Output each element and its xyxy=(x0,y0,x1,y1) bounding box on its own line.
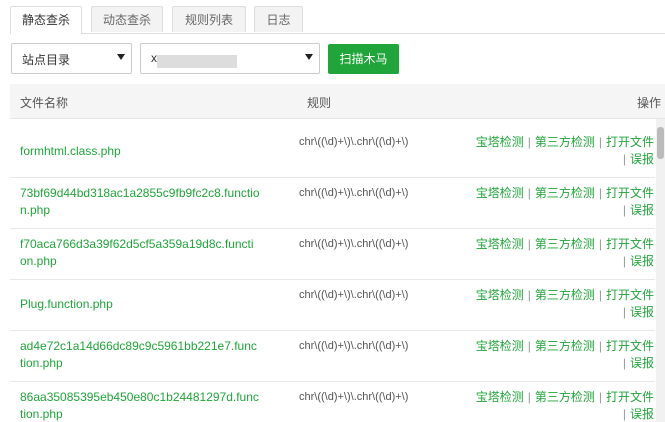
column-header-rule: 规则 xyxy=(307,96,332,110)
separator: | xyxy=(598,135,602,149)
tab-static-scan[interactable]: 静态查杀 xyxy=(10,6,82,34)
open-file-link[interactable]: 打开文件 xyxy=(606,237,654,251)
open-file-link[interactable]: 打开文件 xyxy=(606,288,654,302)
bt-check-link[interactable]: 宝塔检测 xyxy=(476,288,524,302)
table-row: formhtml.class.php chr\((\d)+\)\.chr\((\d… xyxy=(10,127,655,178)
separator: | xyxy=(622,203,626,217)
open-file-link[interactable]: 打开文件 xyxy=(606,390,654,404)
rule-pattern: chr\((\d)+\)\.chr\((\d)+\) xyxy=(299,187,409,199)
rule-pattern: chr\((\d)+\)\.chr\((\d)+\) xyxy=(299,136,409,148)
separator: | xyxy=(527,390,531,404)
chevron-down-icon xyxy=(117,54,125,60)
false-report-link[interactable]: 误报 xyxy=(630,407,654,421)
separator: | xyxy=(622,254,626,268)
false-report-link[interactable]: 误报 xyxy=(630,152,654,166)
separator: | xyxy=(622,407,626,421)
third-party-check-link[interactable]: 第三方检测 xyxy=(535,237,595,251)
separator: | xyxy=(598,237,602,251)
bt-check-link[interactable]: 宝塔检测 xyxy=(476,390,524,404)
separator: | xyxy=(527,339,531,353)
file-name-link[interactable]: ad4e72c1a14d66dc89c9c5961bb221e7.functio… xyxy=(20,338,260,372)
separator: | xyxy=(527,135,531,149)
row-actions: 宝塔检测 | 第三方检测 | 打开文件 | 误报 xyxy=(462,236,654,270)
tab-rule-list[interactable]: 规则列表 xyxy=(172,6,246,32)
open-file-link[interactable]: 打开文件 xyxy=(606,186,654,200)
open-file-link[interactable]: 打开文件 xyxy=(606,339,654,353)
bt-check-link[interactable]: 宝塔检测 xyxy=(476,186,524,200)
table-body: formhtml.class.php chr\((\d)+\)\.chr\((\d… xyxy=(10,119,655,422)
third-party-check-link[interactable]: 第三方检测 xyxy=(535,186,595,200)
scrollbar-thumb[interactable] xyxy=(657,127,664,159)
false-report-link[interactable]: 误报 xyxy=(630,356,654,370)
table-row: f70aca766d3a39f62d5cf5a359a19d8c.functio… xyxy=(10,229,655,280)
false-report-link[interactable]: 误报 xyxy=(630,203,654,217)
third-party-check-link[interactable]: 第三方检测 xyxy=(535,390,595,404)
separator: | xyxy=(622,356,626,370)
column-header-ops: 操作 xyxy=(637,96,662,110)
tab-log[interactable]: 日志 xyxy=(254,6,303,32)
open-file-link[interactable]: 打开文件 xyxy=(606,135,654,149)
tab-dynamic-scan[interactable]: 动态查杀 xyxy=(91,6,163,32)
site-directory-select-value: 站点目录 xyxy=(22,53,71,67)
chevron-down-icon xyxy=(305,54,313,60)
separator: | xyxy=(622,305,626,319)
separator: | xyxy=(598,288,602,302)
separator: | xyxy=(527,288,531,302)
third-party-check-link[interactable]: 第三方检测 xyxy=(535,339,595,353)
file-name-link[interactable]: formhtml.class.php xyxy=(20,143,260,160)
separator: | xyxy=(598,390,602,404)
rule-pattern: chr\((\d)+\)\.chr\((\d)+\) xyxy=(299,391,409,403)
bt-check-link[interactable]: 宝塔检测 xyxy=(476,237,524,251)
file-name-link[interactable]: 73bf69d44bd318ac1a2855c9fb9fc2c8.functio… xyxy=(20,185,260,219)
file-name-link[interactable]: 86aa35085395eb450e80c1b24481297d.functio… xyxy=(20,389,260,422)
scan-trojan-button[interactable]: 扫描木马 xyxy=(328,44,399,74)
false-report-link[interactable]: 误报 xyxy=(630,254,654,268)
separator: | xyxy=(527,237,531,251)
column-header-file: 文件名称 xyxy=(20,96,69,110)
row-actions: 宝塔检测 | 第三方检测 | 打开文件 | 误报 xyxy=(462,134,654,168)
bt-check-link[interactable]: 宝塔检测 xyxy=(476,135,524,149)
bt-check-link[interactable]: 宝塔检测 xyxy=(476,339,524,353)
site-directory-select[interactable]: 站点目录 xyxy=(11,43,132,74)
table-row: Plug.function.php chr\((\d)+\)\.chr\((\d)… xyxy=(10,280,655,331)
row-actions: 宝塔检测 | 第三方检测 | 打开文件 | 误报 xyxy=(462,287,654,321)
rule-pattern: chr\((\d)+\)\.chr\((\d)+\) xyxy=(299,289,409,301)
rule-pattern: chr\((\d)+\)\.chr\((\d)+\) xyxy=(299,238,409,250)
path-select[interactable]: x xyxy=(140,43,320,74)
false-report-link[interactable]: 误报 xyxy=(630,305,654,319)
tab-bar: 静态查杀 动态查杀 规则列表 日志 xyxy=(10,6,665,34)
row-actions: 宝塔检测 | 第三方检测 | 打开文件 | 误报 xyxy=(462,338,654,372)
table-row: 73bf69d44bd318ac1a2855c9fb9fc2c8.functio… xyxy=(10,178,655,229)
separator: | xyxy=(622,152,626,166)
row-actions: 宝塔检测 | 第三方检测 | 打开文件 | 误报 xyxy=(462,389,654,422)
separator: | xyxy=(598,339,602,353)
separator: | xyxy=(527,186,531,200)
vertical-scrollbar[interactable] xyxy=(656,119,665,422)
file-name-link[interactable]: f70aca766d3a39f62d5cf5a359a19d8c.functio… xyxy=(20,236,260,270)
third-party-check-link[interactable]: 第三方检测 xyxy=(535,288,595,302)
table-header: 文件名称 规则 操作 xyxy=(10,84,665,119)
rule-pattern: chr\((\d)+\)\.chr\((\d)+\) xyxy=(299,340,409,352)
redacted-path xyxy=(157,55,237,68)
table-row: ad4e72c1a14d66dc89c9c5961bb221e7.functio… xyxy=(10,331,655,382)
row-actions: 宝塔检测 | 第三方检测 | 打开文件 | 误报 xyxy=(462,185,654,219)
table-row: 86aa35085395eb450e80c1b24481297d.functio… xyxy=(10,382,655,422)
file-name-link[interactable]: Plug.function.php xyxy=(20,296,260,313)
third-party-check-link[interactable]: 第三方检测 xyxy=(535,135,595,149)
separator: | xyxy=(598,186,602,200)
